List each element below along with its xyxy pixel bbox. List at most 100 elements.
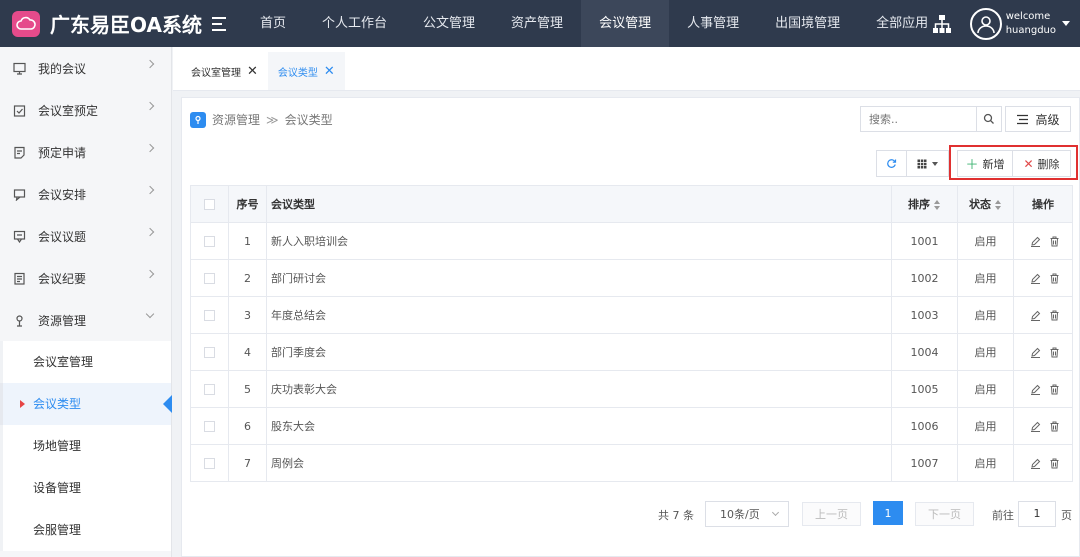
sidebar-item-resources[interactable]: 资源管理 [0, 299, 171, 341]
tab-room-management[interactable]: 会议室管理 ✕ [181, 52, 268, 90]
sidebar-item-my-meetings[interactable]: 我的会议 [0, 47, 171, 89]
sidebar-item-minutes[interactable]: 会议纪要 [0, 257, 171, 299]
user-menu-caret-icon[interactable] [1062, 21, 1070, 26]
sort-icon[interactable] [995, 200, 1002, 210]
refresh-icon [887, 159, 897, 168]
row-checkbox[interactable] [204, 273, 215, 284]
sort-icon[interactable] [934, 200, 941, 210]
cell-index: 6 [228, 407, 267, 445]
double-chevron-icon: ≫ [266, 112, 279, 127]
cell-ops [1013, 407, 1073, 445]
nav-meetings[interactable]: 会议管理 [581, 0, 670, 47]
calendar-check-icon [12, 103, 26, 117]
user-greeting: welcome [1005, 10, 1051, 22]
prev-page-button[interactable]: 上一页 [802, 502, 861, 526]
sidebar-item-topics[interactable]: 会议议题 [0, 215, 171, 257]
tab-label: 会议类型 [277, 67, 318, 79]
cell-type: 部门季度会 [266, 333, 892, 371]
header-status-label: 状态 [969, 198, 991, 211]
sidebar-item-label: 会议室预定 [38, 103, 99, 118]
columns-toggle-button[interactable] [907, 150, 949, 177]
goto-page-input[interactable]: 1 [1018, 501, 1056, 527]
header-status[interactable]: 状态 [957, 185, 1014, 223]
user-name: huangduo [1005, 24, 1056, 36]
row-checkbox[interactable] [204, 347, 215, 358]
pagination: 共 7 条 10条/页 上一页 1 下一页 前往 1 页 [182, 501, 1080, 527]
page-number-current[interactable]: 1 [873, 501, 903, 525]
select-all-checkbox[interactable] [204, 199, 215, 210]
row-checkbox[interactable] [204, 458, 215, 469]
header-type: 会议类型 [266, 185, 892, 223]
next-page-button[interactable]: 下一页 [915, 502, 974, 526]
refresh-button[interactable] [876, 150, 907, 177]
sidebar-subitem-meeting-types[interactable]: 会议类型 [0, 383, 172, 425]
avatar-icon[interactable] [969, 7, 1002, 40]
nav-home[interactable]: 首页 [242, 0, 304, 47]
advanced-label: 高级 [1035, 112, 1060, 127]
chevron-right-icon [145, 227, 155, 237]
sidebar-subitem-services[interactable]: 会服管理 [0, 509, 171, 551]
tab-meeting-types[interactable]: 会议类型 ✕ [267, 52, 345, 90]
sidebar-subitem-equipment[interactable]: 设备管理 [0, 467, 171, 509]
search-button[interactable] [976, 106, 1002, 132]
edit-icon[interactable] [1030, 458, 1041, 469]
page-size-select[interactable]: 10条/页 [705, 501, 789, 527]
close-icon[interactable]: ✕ [324, 65, 335, 78]
nav-hr[interactable]: 人事管理 [669, 0, 757, 47]
row-select-cell [190, 370, 229, 408]
location-icon [190, 111, 206, 128]
nav-assets[interactable]: 资产管理 [493, 0, 581, 47]
table-row: 1 新人入职培训会 1001 启用 [190, 222, 1073, 260]
trash-icon[interactable] [1049, 384, 1060, 395]
org-chart-icon[interactable] [932, 14, 952, 34]
edit-icon[interactable] [1030, 347, 1041, 358]
chevron-right-icon [145, 59, 155, 69]
cell-order: 1001 [891, 222, 958, 260]
sidebar-item-booking-request[interactable]: 预定申请 [0, 131, 171, 173]
trash-icon[interactable] [1049, 421, 1060, 432]
nav-travel[interactable]: 出国境管理 [757, 0, 858, 47]
cell-status: 启用 [957, 222, 1014, 260]
chat-icon [12, 187, 26, 201]
edit-icon[interactable] [1030, 421, 1041, 432]
cell-type: 部门研讨会 [266, 259, 892, 297]
sidebar-subitem-venues[interactable]: 场地管理 [0, 425, 171, 467]
row-checkbox[interactable] [204, 236, 215, 247]
trash-icon[interactable] [1049, 347, 1060, 358]
row-checkbox[interactable] [204, 310, 215, 321]
trash-icon[interactable] [1049, 273, 1060, 284]
breadcrumb-root[interactable]: 资源管理 [212, 111, 260, 128]
advanced-search-button[interactable]: 高级 [1005, 106, 1071, 132]
row-checkbox[interactable] [204, 421, 215, 432]
sidebar-item-arrangement[interactable]: 会议安排 [0, 173, 171, 215]
trash-icon[interactable] [1049, 236, 1060, 247]
sidebar-subitem-room-management[interactable]: 会议室管理 [0, 341, 171, 383]
select-all-cell [190, 185, 229, 223]
header-ops: 操作 [1013, 185, 1073, 223]
edit-icon[interactable] [1030, 310, 1041, 321]
cell-type: 股东大会 [266, 407, 892, 445]
sidebar-item-room-booking[interactable]: 会议室预定 [0, 89, 171, 131]
chevron-right-icon [145, 101, 155, 111]
edit-icon[interactable] [1030, 384, 1041, 395]
user-info[interactable]: welcome huangduo [1006, 10, 1056, 38]
close-icon[interactable]: ✕ [247, 65, 258, 78]
trash-icon[interactable] [1049, 310, 1060, 321]
search-input[interactable] [860, 106, 976, 132]
sidebar-item-label: 会议议题 [38, 229, 87, 244]
top-nav: 首页 个人工作台 公文管理 资产管理 会议管理 人事管理 出国境管理 全部应用 [242, 0, 946, 47]
cell-ops [1013, 444, 1073, 482]
nav-workbench[interactable]: 个人工作台 [304, 0, 405, 47]
header-order[interactable]: 排序 [891, 185, 958, 223]
trash-icon[interactable] [1049, 458, 1060, 469]
row-checkbox[interactable] [204, 384, 215, 395]
menu-toggle-icon[interactable] [211, 16, 230, 31]
table-row: 6 股东大会 1006 启用 [190, 407, 1073, 445]
table-row: 2 部门研讨会 1002 启用 [190, 259, 1073, 297]
cell-status: 启用 [957, 333, 1014, 371]
nav-documents[interactable]: 公文管理 [405, 0, 493, 47]
app-logo[interactable]: 广东易臣OA系统 [0, 0, 242, 47]
cell-order: 1007 [891, 444, 958, 482]
edit-icon[interactable] [1030, 236, 1041, 247]
edit-icon[interactable] [1030, 273, 1041, 284]
